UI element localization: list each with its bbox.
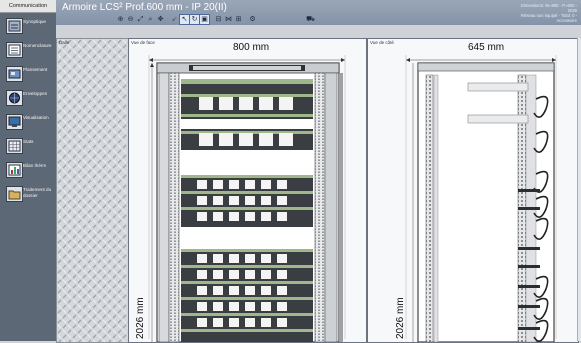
plan-icon bbox=[6, 66, 23, 82]
side-width-dimension-label: 645 mm bbox=[468, 42, 505, 53]
window-titlebar: Armoire LCS² Prof.600 mm - IP 20(II) Dim… bbox=[56, 0, 581, 25]
sidebar-item-stats[interactable]: Stats bbox=[0, 135, 56, 157]
pointer-icon[interactable]: ↖ bbox=[179, 13, 190, 25]
synoptic-icon bbox=[6, 18, 23, 34]
module-sidebar: Communication Synoptique Nomenclature Plan… bbox=[0, 0, 56, 341]
sidebar-item-enveloppes[interactable]: Enveloppes bbox=[0, 87, 56, 109]
sidebar-item-label: Visualisation bbox=[23, 115, 49, 120]
rotate-icon[interactable]: ↻ bbox=[189, 13, 200, 25]
layout-icon[interactable]: ⊟ bbox=[214, 15, 223, 24]
diamond-plate-texture bbox=[57, 39, 129, 342]
plate-panel[interactable]: Dalle bbox=[56, 38, 130, 343]
sidebar-item-label: Synoptique bbox=[23, 19, 46, 24]
side-height-dimension-label: 2026 mm bbox=[395, 297, 406, 339]
front-view-panel[interactable]: Vue de face 800 mm 2026 mm bbox=[128, 38, 367, 343]
sidebar-item-label: Traitement du dossier bbox=[23, 187, 52, 198]
window-title: Armoire LCS² Prof.600 mm - IP 20(II) bbox=[62, 2, 227, 13]
sidebar-item-label: Plansement bbox=[23, 67, 48, 72]
sidebar-item-nomenclature[interactable]: Nomenclature bbox=[0, 39, 56, 61]
select-icon[interactable]: ➹ bbox=[170, 15, 179, 24]
sidebar-item-bilan[interactable]: Bilan thérm bbox=[0, 159, 56, 181]
vertical-scrollbar[interactable] bbox=[577, 38, 581, 341]
zoom-in-icon[interactable]: ⊕ bbox=[116, 15, 125, 24]
grid-icon bbox=[6, 138, 23, 154]
plate-panel-label: Dalle bbox=[59, 40, 70, 45]
sidebar-item-label: Bilan thérm bbox=[23, 163, 47, 168]
pan-icon[interactable]: ✥ bbox=[156, 15, 165, 24]
sidebar-item-traitement[interactable]: Traitement du dossier bbox=[0, 183, 56, 205]
status-info: Dimensions: W=800 - P=600 - 2026 Réseau … bbox=[515, 3, 577, 23]
status-line-2: Réseau non équipé - Total: 0 - Accessoir… bbox=[520, 13, 577, 23]
sidebar-item-visualisation[interactable]: Visualisation bbox=[0, 111, 56, 133]
sidebar-item-label: Enveloppes bbox=[23, 91, 48, 96]
chart-icon bbox=[6, 162, 23, 178]
sidebar-item-label: Nomenclature bbox=[23, 43, 52, 48]
sidebar-header[interactable]: Communication bbox=[0, 0, 56, 13]
globe-icon bbox=[6, 90, 23, 106]
fit-window-icon[interactable]: ⤢ bbox=[136, 15, 145, 24]
distribute-icon[interactable]: ⊞ bbox=[234, 15, 243, 24]
align-icon[interactable]: ⋈ bbox=[224, 15, 233, 24]
settings-icon[interactable]: ⚙ bbox=[248, 15, 257, 24]
front-height-dimension-label: 2026 mm bbox=[135, 297, 146, 339]
status-line-1: Dimensions: W=800 - P=600 - 2026 bbox=[520, 3, 577, 13]
sidebar-item-label: Stats bbox=[23, 139, 34, 144]
sidebar-item-synoptique[interactable]: Synoptique bbox=[0, 15, 56, 37]
patch-panel-group-2 bbox=[181, 175, 313, 227]
front-rack-drawing bbox=[148, 55, 346, 342]
list-icon bbox=[6, 42, 23, 58]
folder-icon bbox=[6, 186, 23, 202]
export-icon[interactable]: ⛟ bbox=[306, 15, 315, 24]
zoom-out-icon[interactable]: ⊖ bbox=[126, 15, 135, 24]
front-view-label: Vue de face bbox=[131, 40, 155, 45]
toolbar: ⊕ ⊖ ⤢ ⌕ ✥ ➹ ↖ ↻ ▣ ⊟ ⋈ ⊞ ⚙ ⛟ bbox=[116, 13, 315, 25]
patch-panel-group-3 bbox=[181, 249, 313, 342]
side-view-panel[interactable]: Vue de côté 645 mm 2026 mm bbox=[367, 38, 579, 343]
patch-panel-group-1 bbox=[181, 79, 313, 150]
front-width-dimension-label: 800 mm bbox=[233, 42, 270, 53]
monitor-icon bbox=[6, 114, 23, 130]
frame-icon[interactable]: ▣ bbox=[199, 13, 210, 25]
sidebar-item-plansement[interactable]: Plansement bbox=[0, 63, 56, 85]
side-view-label: Vue de côté bbox=[370, 40, 394, 45]
zoom-area-icon[interactable]: ⌕ bbox=[146, 15, 155, 24]
